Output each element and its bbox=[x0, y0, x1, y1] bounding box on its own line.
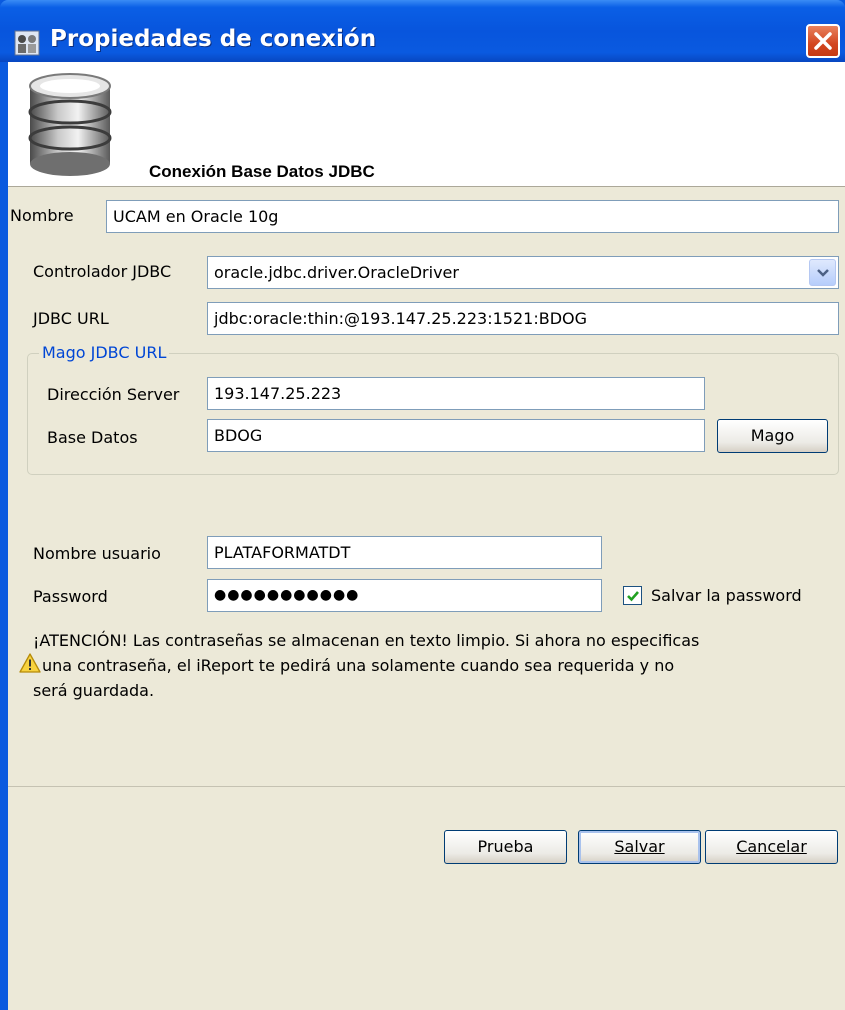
warning-line-1: ¡ATENCIÓN! Las contraseñas se almacenan … bbox=[33, 631, 700, 650]
app-icon bbox=[14, 30, 40, 56]
cancel-button-label: Cancelar bbox=[736, 837, 807, 856]
url-wizard-group bbox=[27, 353, 839, 475]
server-label: Dirección Server bbox=[47, 385, 180, 404]
cancel-button[interactable]: Cancelar bbox=[705, 830, 838, 864]
url-wizard-legend: Mago JDBC URL bbox=[39, 343, 170, 362]
save-button-label: Salvar bbox=[614, 837, 665, 856]
database-icon bbox=[28, 73, 112, 176]
driver-label: Controlador JDBC bbox=[33, 262, 172, 281]
save-password-label: Salvar la password bbox=[651, 586, 802, 605]
close-button[interactable] bbox=[806, 24, 840, 58]
url-label: JDBC URL bbox=[33, 309, 109, 328]
window-title: Propiedades de conexión bbox=[50, 26, 377, 52]
header-title: Conexión Base Datos JDBC bbox=[149, 162, 375, 181]
wizard-button[interactable]: Mago bbox=[717, 419, 828, 453]
username-field[interactable]: PLATAFORMATDT bbox=[207, 536, 602, 569]
footer-divider bbox=[8, 786, 845, 787]
password-field[interactable]: ●●●●●●●●●●● bbox=[207, 579, 602, 612]
save-button[interactable]: Salvar bbox=[578, 830, 701, 864]
database-label: Base Datos bbox=[47, 428, 138, 447]
password-label: Password bbox=[33, 587, 108, 606]
database-field[interactable]: BDOG bbox=[207, 419, 705, 452]
dialog-body: Conexión Base Datos JDBC Nombre UCAM en … bbox=[8, 62, 845, 1010]
warning-icon bbox=[19, 653, 41, 673]
header-divider bbox=[8, 186, 845, 187]
url-field[interactable]: jdbc:oracle:thin:@193.147.25.223:1521:BD… bbox=[207, 302, 839, 335]
name-label: Nombre bbox=[10, 206, 74, 225]
driver-select[interactable]: oracle.jdbc.driver.OracleDriver bbox=[207, 256, 839, 289]
checkmark-icon bbox=[627, 591, 639, 602]
test-button-label: Prueba bbox=[477, 837, 534, 856]
save-password-checkbox[interactable] bbox=[623, 586, 642, 605]
close-icon bbox=[814, 32, 832, 50]
dropdown-button[interactable] bbox=[809, 259, 836, 286]
chevron-down-icon bbox=[817, 269, 829, 277]
warning-line-3: será guardada. bbox=[33, 681, 155, 700]
title-bar[interactable]: Propiedades de conexión bbox=[0, 0, 845, 62]
header-panel: Conexión Base Datos JDBC bbox=[8, 62, 845, 186]
dialog-window: Propiedades de conexión Conexión Base Da… bbox=[0, 0, 845, 1010]
test-button[interactable]: Prueba bbox=[444, 830, 567, 864]
driver-value: oracle.jdbc.driver.OracleDriver bbox=[214, 263, 459, 282]
server-field[interactable]: 193.147.25.223 bbox=[207, 377, 705, 410]
name-field[interactable]: UCAM en Oracle 10g bbox=[106, 200, 839, 233]
warning-line-2: una contraseña, el iReport te pedirá una… bbox=[42, 656, 675, 675]
username-label: Nombre usuario bbox=[33, 544, 161, 563]
